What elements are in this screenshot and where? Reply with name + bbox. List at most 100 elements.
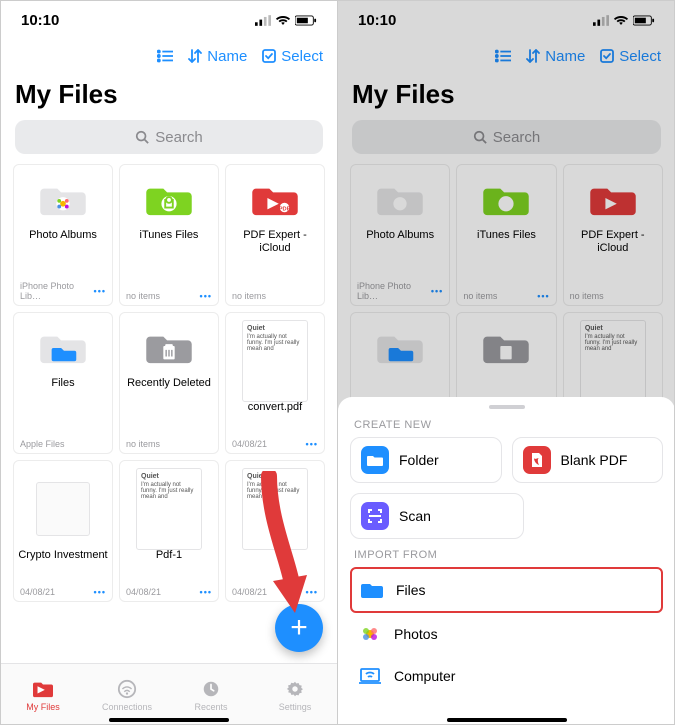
tab-bar: My Files Connections Recents Settings xyxy=(1,663,337,725)
tab-label: Recents xyxy=(194,702,227,712)
file-meta: Apple Files xyxy=(20,439,65,449)
file-meta: iPhone Photo Lib… xyxy=(20,281,94,301)
item-label: Photos xyxy=(394,626,438,642)
computer-icon xyxy=(358,664,382,688)
tab-myfiles[interactable]: My Files xyxy=(1,664,85,725)
sort-icon xyxy=(187,49,203,63)
file-meta: 04/08/21 xyxy=(126,587,161,597)
import-files-button[interactable]: Files xyxy=(350,567,663,613)
file-card[interactable]: Crypto Investment 04/08/21••• xyxy=(13,460,113,602)
create-folder-button[interactable]: Folder xyxy=(350,437,502,483)
button-label: Blank PDF xyxy=(561,452,628,468)
folder-icon: PDF xyxy=(252,181,298,217)
action-sheet: CREATE NEW Folder Blank PDF Scan IMPORT … xyxy=(338,397,675,725)
file-name: PDF Expert - iCloud xyxy=(226,229,324,255)
toolbar: Name Select xyxy=(1,39,337,73)
home-indicator xyxy=(109,718,229,722)
search-placeholder: Search xyxy=(155,129,203,146)
page-title: My Files xyxy=(15,79,337,110)
file-card[interactable]: QuietI'm actually not funny. I'm just re… xyxy=(225,460,325,602)
button-label: Folder xyxy=(399,452,439,468)
file-name: Files xyxy=(47,377,78,390)
select-button[interactable]: Select xyxy=(261,48,323,65)
file-card[interactable]: QuietI'm actually not funny. I'm just re… xyxy=(225,312,325,454)
tab-settings[interactable]: Settings xyxy=(253,664,337,725)
file-name: Pdf-1 xyxy=(152,549,186,562)
scan-icon xyxy=(361,502,389,530)
more-icon[interactable]: ••• xyxy=(306,439,318,449)
file-card[interactable]: PDF PDF Expert - iCloud no items xyxy=(225,164,325,306)
tab-myfiles-icon xyxy=(32,679,54,699)
tab-connections[interactable]: Connections xyxy=(85,664,169,725)
file-meta: 04/08/21 xyxy=(232,439,267,449)
sort-label: Name xyxy=(207,48,247,65)
list-icon xyxy=(157,49,173,63)
file-name: convert.pdf xyxy=(244,401,306,414)
view-mode-button[interactable] xyxy=(157,49,173,63)
file-grid: Photo Albums iPhone Photo Lib…••• iTunes… xyxy=(1,164,337,602)
folder-icon xyxy=(146,329,192,365)
clock-icon xyxy=(200,679,222,699)
file-card[interactable]: iTunes Files no items ••• xyxy=(119,164,219,306)
create-blank-pdf-button[interactable]: Blank PDF xyxy=(512,437,664,483)
folder-icon xyxy=(361,446,389,474)
files-app-icon xyxy=(360,578,384,602)
file-meta: no items xyxy=(126,291,160,301)
button-label: Scan xyxy=(399,508,431,524)
file-card[interactable]: Photo Albums iPhone Photo Lib…••• xyxy=(13,164,113,306)
folder-icon xyxy=(40,181,86,217)
file-card[interactable]: Files Apple Files xyxy=(13,312,113,454)
create-new-label: CREATE NEW xyxy=(354,419,659,431)
select-label: Select xyxy=(281,48,323,65)
import-photos-button[interactable]: Photos xyxy=(350,613,663,655)
more-icon[interactable]: ••• xyxy=(94,587,106,597)
tab-label: My Files xyxy=(26,702,60,712)
sort-button[interactable]: Name xyxy=(187,48,247,65)
more-icon[interactable]: ••• xyxy=(200,587,212,597)
search-icon xyxy=(135,130,149,144)
status-icons xyxy=(255,15,317,26)
file-name: Recently Deleted xyxy=(123,377,215,390)
more-icon[interactable]: ••• xyxy=(94,286,106,296)
file-meta: 04/08/21 xyxy=(232,587,267,597)
home-indicator xyxy=(447,718,567,722)
item-label: Files xyxy=(396,582,426,598)
document-thumb: QuietI'm actually not funny. I'm just re… xyxy=(242,320,308,402)
import-from-label: IMPORT FROM xyxy=(354,549,659,561)
create-scan-button[interactable]: Scan xyxy=(350,493,524,539)
tab-recents[interactable]: Recents xyxy=(169,664,253,725)
battery-icon xyxy=(295,15,317,26)
gear-icon xyxy=(284,679,306,699)
file-name: Crypto Investment xyxy=(14,549,111,562)
phone-left: 10:10 Name Select My Files Search xyxy=(1,1,338,725)
select-icon xyxy=(261,49,277,63)
file-meta: no items xyxy=(126,439,160,449)
cellular-icon xyxy=(255,15,271,26)
document-thumb: QuietI'm actually not funny. I'm just re… xyxy=(242,468,308,550)
svg-text:PDF: PDF xyxy=(279,206,291,212)
file-name: iTunes Files xyxy=(136,229,203,242)
tab-label: Connections xyxy=(102,702,152,712)
document-thumb: QuietI'm actually not funny. I'm just re… xyxy=(136,468,202,550)
file-meta: no items xyxy=(232,291,266,301)
file-card[interactable]: QuietI'm actually not funny. I'm just re… xyxy=(119,460,219,602)
wifi-icon xyxy=(116,679,138,699)
tab-label: Settings xyxy=(279,702,312,712)
sheet-grabber[interactable] xyxy=(489,405,525,409)
clock: 10:10 xyxy=(21,12,59,29)
folder-icon xyxy=(40,329,86,365)
more-icon[interactable]: ••• xyxy=(306,587,318,597)
add-button[interactable]: + xyxy=(275,604,323,652)
image-thumb xyxy=(36,482,90,536)
import-computer-button[interactable]: Computer xyxy=(350,655,663,697)
plus-icon: + xyxy=(290,611,308,645)
status-bar: 10:10 xyxy=(1,1,337,39)
folder-icon xyxy=(146,181,192,217)
file-card[interactable]: Recently Deleted no items xyxy=(119,312,219,454)
search-input[interactable]: Search xyxy=(15,120,323,154)
more-icon[interactable]: ••• xyxy=(200,291,212,301)
pdf-icon xyxy=(523,446,551,474)
item-label: Computer xyxy=(394,668,455,684)
phone-right: 10:10 Name Select My Files Search Photo … xyxy=(338,1,675,725)
photos-app-icon xyxy=(358,622,382,646)
